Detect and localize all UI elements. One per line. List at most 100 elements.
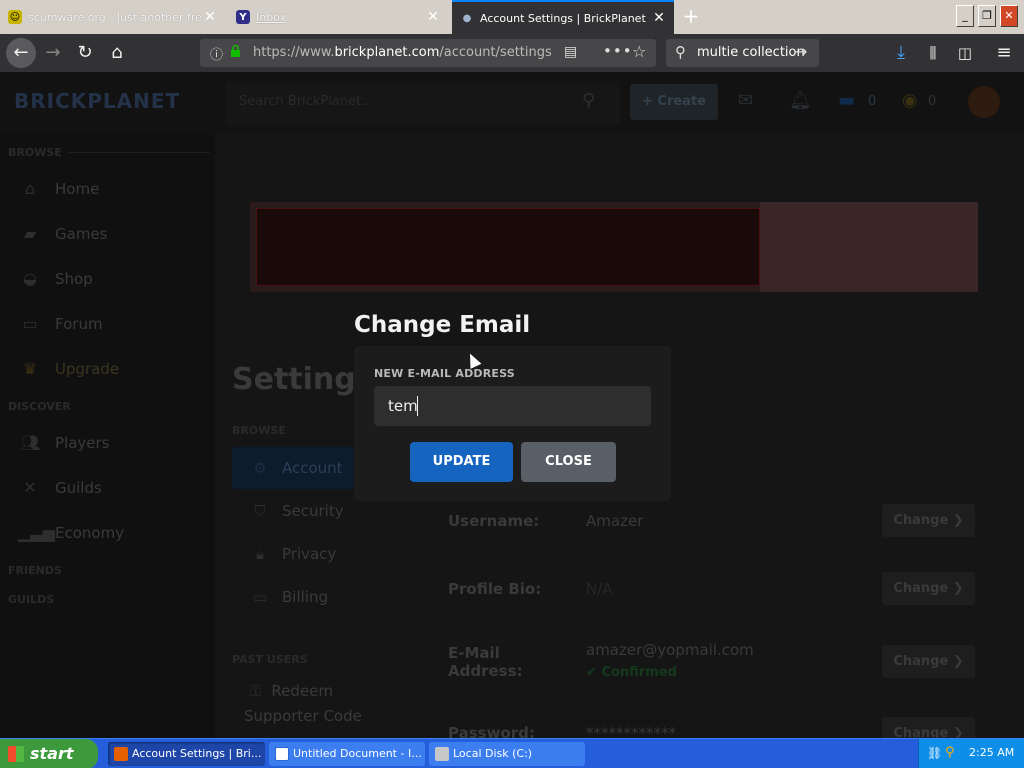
menu-icon[interactable]: ≡ <box>991 41 1017 65</box>
search-input-value: multie collection <box>697 45 805 60</box>
network-icon[interactable]: ⛓ <box>927 746 942 760</box>
restore-icon[interactable]: ❐ <box>978 5 996 27</box>
card-icon: ▭ <box>252 588 268 606</box>
change-bio-button[interactable]: Change ❯ <box>882 572 975 605</box>
check-circle-icon: ✔ <box>586 665 597 680</box>
sidebar-item-forum[interactable]: ▭ Forum <box>18 309 102 339</box>
yahoo-icon: Y <box>236 10 250 24</box>
reader-view-icon[interactable]: ▤ <box>564 44 577 60</box>
new-tab-icon[interactable]: + <box>680 6 702 28</box>
password-label: Password: <box>448 724 535 738</box>
url-bar[interactable]: ⓘ https://www.brickplanet.com/account/se… <box>200 39 656 67</box>
security-icon[interactable]: ⚲ <box>945 745 955 760</box>
new-email-label: NEW E-MAIL ADDRESS <box>374 367 515 380</box>
home-icon: ⌂ <box>24 179 36 198</box>
cash-icon: ▬ <box>838 90 856 111</box>
lock-icon <box>230 43 241 57</box>
home-icon[interactable]: ⌂ <box>104 41 130 65</box>
system-tray: ⛓ ⚲ 2:25 AM <box>918 739 1024 768</box>
sidebar-item-games[interactable]: ▰ Games <box>18 219 108 249</box>
sidebar-toggle-icon[interactable]: ◫ <box>952 41 978 65</box>
new-email-input[interactable] <box>374 386 651 426</box>
page-content: BRICKPLANET Search BrickPlanet... ⚲ + Cr… <box>0 72 1024 738</box>
sidebar-item-home[interactable]: ⌂ Home <box>18 174 99 204</box>
site-search-input[interactable]: Search BrickPlanet... <box>225 81 620 125</box>
drive-icon <box>435 747 449 761</box>
create-button[interactable]: + Create <box>630 84 718 120</box>
sidebar-heading-guilds: GUILDS <box>8 593 55 606</box>
search-bar[interactable]: ⚲ multie collection → <box>666 39 819 67</box>
reload-icon[interactable]: ↻ <box>72 41 98 65</box>
close-icon[interactable]: ✕ <box>203 10 217 24</box>
sidebar-item-players[interactable]: 👥︎ Players <box>18 428 110 458</box>
info-icon[interactable]: ⓘ <box>210 44 223 63</box>
windows-logo-icon <box>8 746 24 762</box>
change-email-modal: NEW E-MAIL ADDRESS UPDATE CLOSE <box>354 346 671 501</box>
update-button[interactable]: UPDATE <box>410 442 513 482</box>
browser-tab-inbox[interactable]: Y Inbox ✕ <box>228 2 448 32</box>
go-arrow-icon[interactable]: → <box>794 42 807 61</box>
browser-tab-scumware[interactable]: ☺ scumware.org - Just another fre ✕ <box>0 2 225 32</box>
ie-icon <box>275 747 289 761</box>
site-sidebar: BROWSE ⌂ Home ▰ Games ◒ Shop ▭ Forum ♛ Upgrad… <box>0 134 215 738</box>
sidebar-heading-discover: DISCOVER <box>8 400 71 413</box>
modal-title: Change Email <box>354 312 531 338</box>
email-value: amazer@yopmail.com <box>586 641 754 659</box>
search-icon[interactable]: ⚲ <box>582 90 595 111</box>
site-search-placeholder: Search BrickPlanet... <box>239 94 374 109</box>
change-email-button[interactable]: Change ❯ <box>882 645 975 678</box>
back-arrow-icon[interactable]: ← <box>6 38 36 68</box>
settings-tab-billing[interactable]: ▭ Billing <box>250 583 328 611</box>
sidebar-item-economy[interactable]: ▁▃▅ Economy <box>18 518 124 548</box>
sidebar-heading-browse: BROWSE <box>8 146 62 159</box>
settings-heading-browse: BROWSE <box>232 424 286 437</box>
page-actions-icon[interactable]: ••• <box>603 42 633 60</box>
close-button[interactable]: CLOSE <box>521 442 616 482</box>
bell-icon[interactable]: 🔔︎ <box>789 90 812 111</box>
crown-icon: ♛ <box>22 359 38 378</box>
taskbar-item-ie[interactable]: Untitled Document - I... <box>269 742 425 766</box>
redeem-supporter-code[interactable]: ⚿ Redeem <box>250 682 333 700</box>
close-icon[interactable]: ✕ <box>426 10 440 24</box>
key-icon: ⚿ <box>250 682 262 700</box>
forum-icon: ▭ <box>22 314 38 333</box>
mail-icon[interactable]: ✉ <box>738 90 753 111</box>
settings-tab-account[interactable]: ⚙ Account <box>250 454 342 482</box>
coins-icon: ◉ <box>902 90 918 111</box>
page-title: Settings <box>232 362 374 397</box>
cash-count: 0 <box>868 94 877 109</box>
download-icon[interactable]: ⤓ <box>888 41 914 65</box>
taskbar-item-firefox[interactable]: Account Settings | Bri... <box>108 742 265 766</box>
change-password-button[interactable]: Change ❯ <box>882 717 975 738</box>
shield-icon: ⛉ <box>254 502 266 520</box>
profile-banner <box>250 202 978 292</box>
brickplanet-icon: ● <box>460 11 474 25</box>
browser-tab-strip: ☺ scumware.org - Just another fre ✕ Y In… <box>0 0 1024 34</box>
redeem-supporter-code-line2[interactable]: Supporter Code <box>244 702 362 730</box>
chart-icon: ▁▃▅ <box>18 523 55 542</box>
divider <box>68 152 210 153</box>
library-icon[interactable]: ⫼ <box>920 41 946 65</box>
close-window-icon[interactable]: ✕ <box>1000 5 1018 27</box>
text-caret <box>417 396 418 416</box>
avatar[interactable] <box>968 86 1000 118</box>
sidebar-item-guilds[interactable]: ✕ Guilds <box>18 473 102 503</box>
settings-tab-security[interactable]: ⛉ Security <box>250 497 343 525</box>
change-username-button[interactable]: Change ❯ <box>882 504 975 537</box>
bio-label: Profile Bio: <box>448 580 542 598</box>
gamepad-icon: ▰ <box>23 224 37 243</box>
settings-heading-past-users: PAST USERS <box>232 653 308 666</box>
browser-tab-account-settings[interactable]: ● Account Settings | BrickPlanet ✕ <box>452 0 674 34</box>
settings-tab-privacy[interactable]: 🔒︎ Privacy <box>250 540 336 568</box>
url-text: https://www.brickplanet.com/account/sett… <box>253 45 552 60</box>
brickplanet-logo[interactable]: BRICKPLANET <box>14 89 180 113</box>
close-icon[interactable]: ✕ <box>652 11 666 25</box>
taskbar-item-local-disk[interactable]: Local Disk (C:) <box>429 742 585 766</box>
sidebar-item-shop[interactable]: ◒ Shop <box>18 264 93 294</box>
minimize-icon[interactable]: _ <box>956 5 974 27</box>
gear-icon: ⚙ <box>253 459 267 477</box>
sidebar-item-upgrade[interactable]: ♛ Upgrade <box>18 354 119 384</box>
forward-arrow-icon[interactable]: → <box>40 41 66 65</box>
bookmark-star-icon[interactable]: ☆ <box>632 42 646 61</box>
start-button[interactable]: start <box>0 739 98 768</box>
